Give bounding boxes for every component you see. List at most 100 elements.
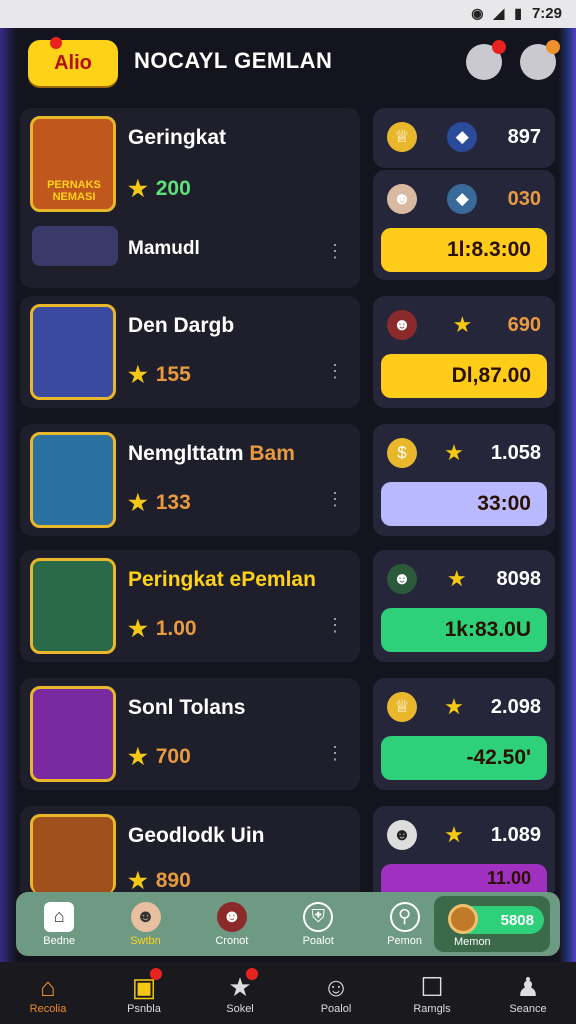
status-time: 7:29 (531, 5, 562, 22)
nav-label: Recolia (29, 1003, 67, 1015)
reward-panel: ♕ ★ 2.098 -42.50' (373, 678, 555, 790)
player-avatar (30, 558, 116, 654)
nav-item-clipboard[interactable]: ☐ Ramgls (384, 962, 480, 1024)
controller-icon[interactable] (466, 40, 506, 80)
coin-icon: $ (387, 438, 417, 468)
nav-item-user[interactable]: ♟ Seance (480, 962, 576, 1024)
nav-label: Ramgls (413, 1003, 451, 1015)
dock-item-shield[interactable]: ⛨ Poalot (275, 892, 361, 956)
star-icon: ★ (444, 440, 464, 465)
timer-bar[interactable]: 1k:83.0U (381, 608, 547, 652)
player-name: Sonl Tolans (128, 696, 246, 719)
battery-icon: ▮ (514, 5, 522, 21)
crown-icon: ♕ (387, 692, 417, 722)
status-bar: ◉ ◢ ▮ 7:29 (0, 0, 576, 28)
timer-bar[interactable]: Dl,87.00 (381, 354, 547, 398)
reward-panel: ☻ ★ 1.089 11.00 (373, 806, 555, 892)
dock-label: Bedne (43, 934, 76, 947)
wifi-icon: ◉ (471, 5, 484, 21)
timer-bar[interactable]: 33:00 (381, 482, 547, 526)
nav-item-profile[interactable]: ☺ Poalol (288, 962, 384, 1024)
star-icon: ★ (128, 176, 148, 201)
leaderboard-row[interactable]: PERNAKS NEMASI Geringkat ★ 200 Mamudl ⋮ (20, 108, 360, 288)
badge-dot (546, 40, 560, 54)
player-score: 700 (155, 745, 191, 768)
avatar-icon: ☻ (130, 901, 161, 932)
star-icon: ★ (128, 868, 148, 893)
coin-icon (448, 904, 478, 934)
star-icon: ★ (128, 490, 148, 515)
profile-pill-button[interactable]: Alio (28, 37, 118, 86)
avatar-icon: ☻ (387, 310, 417, 340)
rank-panel: ♕ ◆ 897 (373, 108, 555, 168)
dock-item-player[interactable]: ☻ Swtbn (102, 892, 188, 956)
timer-bar[interactable]: 11.00 (381, 864, 547, 892)
leaderboard-row[interactable]: Peringkat ePemlan ★ 1.00 ⋮ (20, 550, 360, 662)
gem-icon: ◆ (447, 122, 478, 152)
avatar-icon: ☻ (216, 901, 247, 932)
player-name: Peringkat ePemlan (128, 568, 316, 591)
more-icon[interactable]: ⋮ (326, 242, 344, 260)
wallet-label: Memon (454, 936, 491, 948)
leaderboard-row[interactable]: Geodlodk Uin ★ 890 (20, 806, 360, 894)
notification-dot (50, 37, 62, 49)
nav-item-star[interactable]: ★ Sokel (192, 962, 288, 1024)
rank-value: 8098 (496, 567, 541, 590)
crown-icon: ♕ (387, 122, 417, 152)
pill-label: Alio (54, 51, 92, 74)
player-extra: Mamudl (128, 238, 200, 259)
avatar-icon: ☻ (387, 184, 417, 214)
leaderboard-row[interactable]: Sonl Tolans ★ 700 ⋮ (20, 678, 360, 790)
leaderboard-row[interactable]: Nemglttatm Bam ★ 133 ⋮ (20, 424, 360, 536)
player-avatar (30, 432, 116, 528)
search-icon: ⚲ (389, 901, 420, 932)
profile-icon: ☺ (322, 972, 350, 1002)
star-icon: ★ (128, 362, 148, 387)
player-avatar: PERNAKS NEMASI (30, 116, 116, 212)
nav-label: Poalol (320, 1003, 352, 1015)
home-icon: ⌂ (40, 972, 56, 1002)
action-dock: ⌂ Bedne ☻ Swtbn ☻ Cronot ⛨ Poalot ⚲ Pemon 580… (16, 892, 560, 956)
settings-icon[interactable] (520, 40, 560, 80)
dock-item-friend[interactable]: ☻ Cronot (189, 892, 275, 956)
nav-item-home[interactable]: ⌂ Recolia (0, 962, 96, 1024)
leaderboard-row[interactable]: Den Dargb ★ 155 ⋮ (20, 296, 360, 408)
page-title: NOCAYL GEMLAN (134, 48, 333, 73)
wallet-button[interactable]: 5808 Memon (434, 896, 550, 952)
rank-value: 1.089 (490, 823, 541, 846)
player-score: 200 (155, 177, 191, 200)
star-icon: ★ (452, 312, 473, 337)
nav-item-box[interactable]: ▣ Psnbla (96, 962, 192, 1024)
avatar-icon: ☻ (387, 564, 417, 594)
player-name: Nemglttatm (128, 442, 244, 465)
item-icon (32, 226, 118, 266)
more-icon[interactable]: ⋮ (326, 362, 344, 380)
more-icon[interactable]: ⋮ (326, 490, 344, 508)
player-name: Geringkat (128, 126, 227, 149)
notification-dot (150, 968, 162, 980)
player-name-accent: Bam (249, 442, 295, 465)
dock-item-home[interactable]: ⌂ Bedne (16, 892, 102, 956)
shield-icon: ⛨ (303, 901, 334, 932)
more-icon[interactable]: ⋮ (326, 616, 344, 634)
bottom-nav: ⌂ Recolia ▣ Psnbla ★ Sokel ☺ Poalol ☐ Ramgls … (0, 962, 576, 1024)
gem-icon: ◆ (447, 184, 478, 214)
timer-bar[interactable]: 1l:8.3:00 (381, 228, 547, 272)
player-name: Geodlodk Uin (128, 824, 265, 847)
player-score: 155 (155, 363, 191, 386)
nav-label: Psnbla (127, 1003, 161, 1015)
star-icon: ★ (128, 616, 148, 641)
more-icon[interactable]: ⋮ (326, 744, 344, 762)
timer-bar[interactable]: -42.50' (381, 736, 547, 780)
rank-value: 030 (507, 187, 541, 210)
dock-label: Cronot (215, 934, 249, 947)
clipboard-icon: ☐ (420, 972, 444, 1002)
dock-label: Poalot (302, 934, 334, 947)
user-icon: ♟ (516, 972, 540, 1002)
player-score: 890 (155, 869, 191, 892)
nav-label: Seance (509, 1003, 547, 1015)
player-avatar (30, 304, 116, 400)
nav-label: Sokel (226, 1003, 254, 1015)
player-name: Den Dargb (128, 314, 235, 337)
star-icon: ★ (444, 822, 464, 847)
